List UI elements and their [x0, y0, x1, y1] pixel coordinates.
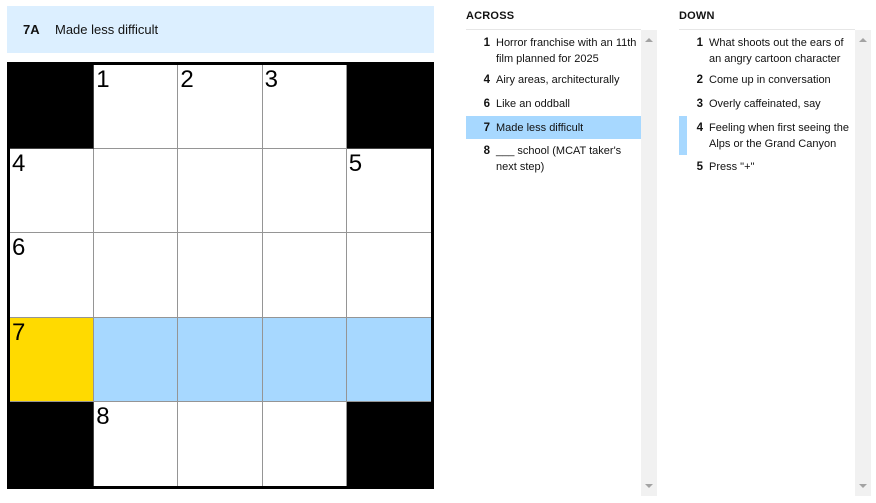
across-title: ACROSS: [466, 10, 515, 22]
clue-number: 7: [483, 122, 490, 134]
across-clue-6[interactable]: 6 Like an oddball: [466, 96, 641, 116]
crossword-grid: 1 2 3 4 5 6 7 8: [7, 62, 434, 489]
grid-cell[interactable]: [262, 401, 347, 486]
grid-cell[interactable]: 7: [10, 317, 95, 402]
grid-cell[interactable]: [178, 233, 263, 318]
down-title: DOWN: [679, 10, 715, 22]
clue-text: What shoots out the ears of an angry car…: [709, 37, 844, 65]
clue-text: Airy areas, architecturally: [496, 74, 620, 86]
clue-text: Like an oddball: [496, 98, 571, 110]
grid-cell[interactable]: 5: [346, 149, 431, 234]
grid-cell[interactable]: [94, 317, 179, 402]
clue-text: ___ school (MCAT taker's next step): [496, 145, 622, 173]
down-clue-list: DOWN 1 What shoots out the ears of an an…: [679, 0, 872, 503]
scroll-up-icon[interactable]: [859, 38, 867, 42]
clue-text: Overly caffeinated, say: [709, 98, 821, 110]
down-clue-4[interactable]: 4 Feeling when first seeing the Alps or …: [679, 120, 855, 154]
grid-cell-block: [346, 65, 431, 150]
grid-cell[interactable]: 6: [10, 233, 95, 318]
down-clue-5[interactable]: 5 Press "+": [679, 159, 855, 179]
down-clue-1[interactable]: 1 What shoots out the ears of an angry c…: [679, 33, 855, 67]
clue-number: 3: [696, 98, 703, 110]
cell-number: 2: [180, 66, 194, 93]
clue-text: Feeling when first seeing the Alps or th…: [709, 122, 850, 150]
grid-cell-block: [10, 65, 95, 150]
grid-cell[interactable]: [178, 149, 263, 234]
cell-number: 5: [348, 150, 363, 178]
grid-cell[interactable]: 8: [94, 401, 179, 486]
grid-cell[interactable]: 2: [178, 65, 263, 150]
clue-number: 8: [483, 145, 490, 157]
scroll-up-icon[interactable]: [645, 38, 653, 42]
grid-cell-block: [346, 401, 431, 486]
across-clue-1[interactable]: 1 Horror franchise with an 11th film pla…: [466, 33, 641, 67]
current-clue-bar: 7A Made less difficult: [7, 6, 434, 53]
down-clue-3[interactable]: 3 Overly caffeinated, say: [679, 96, 855, 116]
grid-cell[interactable]: [346, 317, 431, 402]
grid-cell[interactable]: [178, 401, 263, 486]
across-list: 1 Horror franchise with an 11th film pla…: [466, 29, 641, 496]
across-clue-list: ACROSS 1 Horror franchise with an 11th f…: [466, 0, 658, 503]
grid-cell[interactable]: 1: [94, 65, 179, 150]
grid-cell[interactable]: [178, 317, 263, 402]
grid-cell-block: [10, 401, 95, 486]
clue-number: 6: [483, 98, 490, 110]
clue-text: Horror franchise with an 11th film plann…: [496, 37, 637, 65]
clue-number: 2: [696, 74, 703, 86]
across-scrollbar[interactable]: [641, 30, 657, 496]
grid-cell[interactable]: [346, 233, 431, 318]
down-clue-2[interactable]: 2 Come up in conversation: [679, 72, 855, 92]
grid-cell[interactable]: 3: [262, 65, 347, 150]
scroll-down-icon[interactable]: [859, 484, 867, 488]
cell-number: 8: [96, 402, 110, 430]
clue-number: 4: [483, 74, 490, 86]
current-clue-number: 7A: [23, 22, 40, 37]
scroll-down-icon[interactable]: [645, 484, 653, 488]
clue-text: Made less difficult: [496, 122, 584, 134]
clue-number: 1: [483, 37, 490, 49]
grid-cell[interactable]: [262, 233, 347, 318]
grid-cell[interactable]: [262, 317, 347, 402]
grid-cell[interactable]: [94, 149, 179, 234]
cell-number: 3: [264, 66, 278, 93]
cell-number: 4: [12, 150, 26, 178]
across-clue-8[interactable]: 8 ___ school (MCAT taker's next step): [466, 143, 641, 177]
cell-number: 1: [96, 66, 110, 93]
clue-text: Press "+": [709, 161, 755, 173]
across-clue-4[interactable]: 4 Airy areas, architecturally: [466, 72, 641, 92]
clue-number: 1: [696, 37, 703, 49]
clue-text: Come up in conversation: [709, 74, 831, 86]
grid-cell[interactable]: 4: [10, 149, 95, 234]
cell-number: 7: [12, 318, 26, 346]
clue-number: 5: [696, 161, 703, 173]
grid-cell[interactable]: [262, 149, 347, 234]
down-list: 1 What shoots out the ears of an angry c…: [679, 29, 855, 496]
clue-number: 4: [696, 122, 703, 134]
cell-number: 6: [12, 234, 26, 262]
down-scrollbar[interactable]: [855, 30, 871, 496]
current-clue-text: Made less difficult: [55, 22, 159, 37]
across-clue-7[interactable]: 7 Made less difficult: [466, 116, 641, 139]
grid-cell[interactable]: [94, 233, 179, 318]
